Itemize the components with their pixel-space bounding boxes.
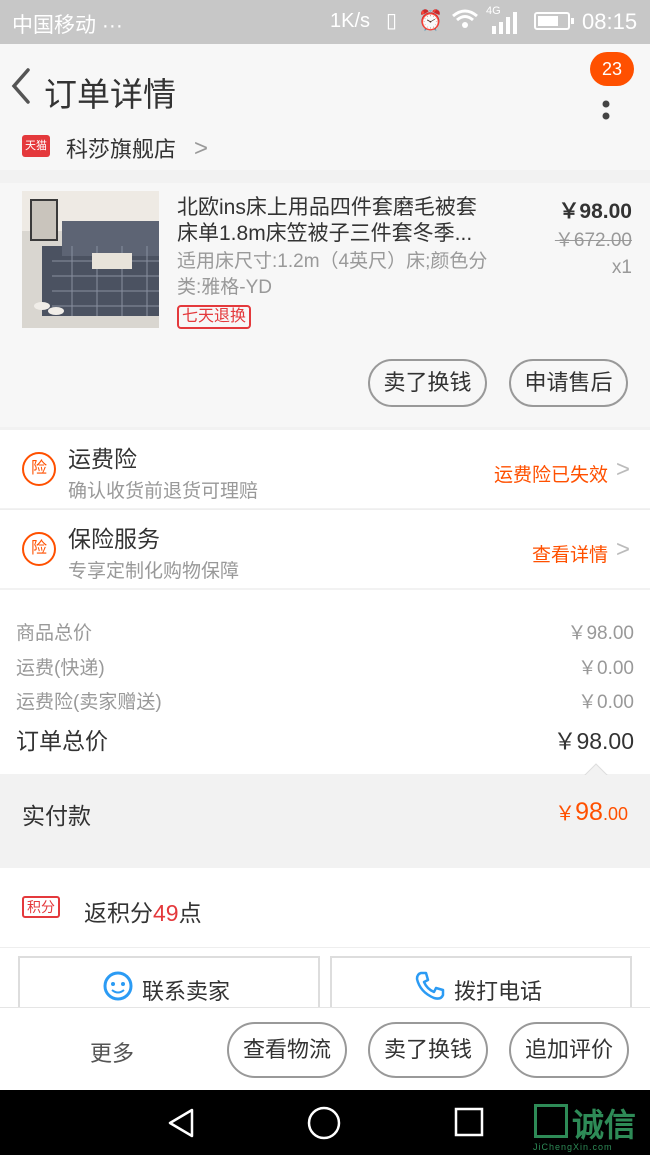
product-image[interactable] <box>22 191 159 328</box>
original-price: ￥672.00 <box>554 230 632 251</box>
after-sales-button[interactable]: 申请售后 <box>509 359 628 407</box>
insurance-subtitle: 专享定制化购物保障 <box>68 561 240 582</box>
tmall-logo: 天猫 <box>22 135 50 157</box>
order-total-value: ￥98.00 <box>553 728 634 754</box>
chat-icon <box>103 971 133 1001</box>
summary-value: ￥98.00 <box>567 623 634 644</box>
summary-value: ￥0.00 <box>578 658 634 679</box>
shop-row[interactable]: 天猫 科莎旗舰店 > <box>0 128 650 170</box>
vibrate-icon: ▯ <box>386 10 398 32</box>
insurance-subtitle: 确认收货前退货可理赔 <box>68 481 259 502</box>
chevron-right-icon: > <box>615 536 630 563</box>
chevron-right-icon: > <box>194 135 209 162</box>
watermark-text: 诚信 <box>572 1107 637 1143</box>
insurance-title: 保险服务 <box>68 526 160 552</box>
summary-label: 商品总价 <box>16 623 93 644</box>
signal-icon <box>490 12 518 40</box>
price-summary: 商品总价 ￥98.00 运费(快递) ￥0.00 运费险(卖家赠送) ￥0.00… <box>0 590 650 774</box>
insurance-icon: 险 <box>22 452 56 486</box>
nav-recents-icon[interactable] <box>453 1106 485 1138</box>
shipping-insurance-row[interactable]: 险 运费险 确认收货前退货可理赔 运费险已失效 > <box>0 430 650 508</box>
product-card[interactable]: 北欧ins床上用品四件套磨毛被套床单1.8m床笠被子三件套冬季... 适用床尺寸… <box>0 183 650 427</box>
notification-badge[interactable]: 23 <box>590 52 634 86</box>
phone-icon <box>415 971 445 1000</box>
return-policy-badge: 七天退换 <box>177 305 252 329</box>
shop-name[interactable]: 科莎旗舰店 <box>66 132 176 164</box>
insurance-status[interactable]: 运费险已失效 <box>494 460 608 487</box>
insurance-title: 运费险 <box>68 446 137 472</box>
watermark-url: JiChengXin.com <box>533 1142 613 1152</box>
product-sku: 适用床尺寸:1.2m（4英尺）床;颜色分类:雅格-YD <box>177 251 488 298</box>
status-bar: 中国移动 ··· 1K/s ▯ ⏰ 4G 08:15 <box>0 0 650 44</box>
nav-home-icon[interactable] <box>306 1105 342 1141</box>
product-price: ￥98.00 <box>558 200 632 223</box>
insurance-icon: 险 <box>22 532 56 566</box>
wifi-icon <box>451 8 479 36</box>
bottom-action-bar: 更多 查看物流 卖了换钱 追加评价 <box>0 1007 650 1091</box>
amount-paid-row: 实付款 ￥98.00 <box>0 775 650 853</box>
amount-paid-label: 实付款 <box>22 803 91 829</box>
nav-back-icon[interactable] <box>164 1106 198 1140</box>
watermark-logo <box>534 1104 568 1138</box>
order-total-label: 订单总价 <box>16 728 108 754</box>
resell-button[interactable]: 卖了换钱 <box>368 1022 488 1078</box>
chevron-right-icon: > <box>615 456 630 483</box>
product-title[interactable]: 北欧ins床上用品四件套磨毛被套床单1.8m床笠被子三件套冬季... <box>177 195 497 247</box>
insurance-service-row[interactable]: 险 保险服务 专享定制化购物保障 查看详情 > <box>0 510 650 588</box>
view-details-link[interactable]: 查看详情 <box>532 540 608 567</box>
add-review-button[interactable]: 追加评价 <box>509 1022 629 1078</box>
clock: 08:15 <box>582 9 638 34</box>
summary-value: ￥0.00 <box>578 692 634 713</box>
more-button[interactable]: 更多 <box>90 1036 134 1068</box>
alarm-icon: ⏰ <box>418 10 443 32</box>
points-text: 返积分49点 <box>84 900 202 926</box>
pointer-arrow <box>584 763 608 776</box>
battery-icon <box>534 12 574 30</box>
quantity: x1 <box>611 257 632 278</box>
page-title: 订单详情 <box>44 76 176 113</box>
view-logistics-button[interactable]: 查看物流 <box>227 1022 347 1078</box>
carrier-label: 中国移动 ··· <box>12 14 123 37</box>
contact-seller-button[interactable]: 联系卖家 <box>18 956 320 1012</box>
summary-label: 运费险(卖家赠送) <box>16 692 162 713</box>
more-menu-icon[interactable] <box>596 80 616 120</box>
resell-button[interactable]: 卖了换钱 <box>368 359 487 407</box>
amount-paid-value: ￥98.00 <box>555 798 628 826</box>
title-bar: 订单详情 23 <box>0 44 650 130</box>
points-badge: 积分 <box>22 896 60 918</box>
network-speed: 1K/s <box>330 10 371 32</box>
summary-label: 运费(快递) <box>16 658 105 679</box>
contact-area: 联系卖家 拨打电话 <box>0 948 650 1012</box>
call-button[interactable]: 拨打电话 <box>330 956 632 1012</box>
back-arrow-icon[interactable] <box>8 66 34 106</box>
points-row: 积分 返积分49点 <box>0 868 650 948</box>
